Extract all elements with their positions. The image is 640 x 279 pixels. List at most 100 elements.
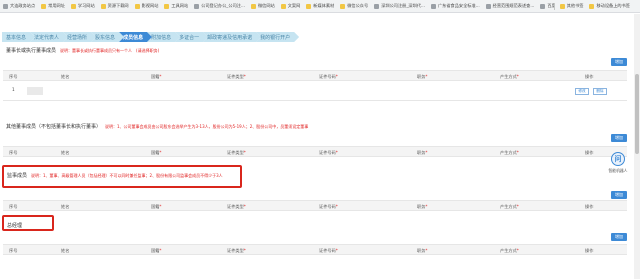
bookmark-item[interactable]: 影视网站 — [134, 3, 158, 9]
column-header: 国籍* — [151, 204, 161, 210]
page-icon — [194, 3, 200, 9]
section-chairman-title: 董事长或执行董事成员 说明：董事长或执行董事成员只有一个人 (请选择职务) — [6, 47, 159, 54]
bookmark-label: 新媒体素材 — [313, 3, 335, 8]
folder-icon — [589, 3, 595, 9]
bookmark-item[interactable]: 深圳公司注册_深圳代... — [374, 3, 425, 9]
column-header: 姓名 — [61, 150, 69, 156]
scrollbar-thumb[interactable] — [635, 74, 639, 154]
bookmark-label: 经营范围规范表述查... — [492, 3, 535, 8]
required-marker: * — [243, 248, 246, 253]
column-header-label: 证件类型 — [227, 248, 244, 253]
bookmark-label: 微信网站 — [257, 3, 275, 8]
required-marker: * — [516, 150, 519, 155]
robot-assistant[interactable]: 问 智能机器人 — [607, 152, 629, 178]
column-header-label: 序号 — [9, 204, 18, 209]
table-header-directors: 序号 姓名 国籍* 证件类型* 证件号码* 职务* 产生方式* 操作 — [3, 146, 627, 157]
edit-button[interactable]: 修改 — [575, 88, 589, 95]
bookmark-label: 其他书签 — [566, 3, 584, 8]
bookmark-label: 大连政务站点 — [10, 3, 36, 8]
column-header-label: 证件类型 — [227, 204, 244, 209]
delete-button[interactable]: 删除 — [593, 88, 607, 95]
column-header-label: 序号 — [9, 74, 18, 79]
required-marker: * — [516, 74, 519, 79]
add-chairman-button[interactable]: 增加 — [611, 58, 627, 66]
step-2[interactable]: 法定代表人 — [30, 32, 68, 42]
bookmark-item[interactable]: 工具网站 — [164, 3, 188, 9]
column-header-label: 证件号码 — [319, 74, 336, 79]
column-header: 职务* — [417, 204, 427, 210]
bookmarks-bar-right: 其他书签 移动设备上的书签 — [553, 0, 636, 12]
step-9[interactable]: 我的银行开户 — [256, 32, 299, 42]
step-8[interactable]: 邮政寄递及信用承诺 — [203, 32, 261, 42]
folder-icon — [100, 3, 106, 9]
bookmark-label: 深圳公司注册_深圳代... — [381, 3, 425, 8]
bookmark-folder[interactable]: 其他书签 — [559, 3, 584, 9]
column-header-label: 产生方式 — [500, 204, 517, 209]
column-header-label: 证件类型 — [227, 150, 244, 155]
column-header-label: 操作 — [585, 150, 594, 155]
scrollbar[interactable] — [634, 14, 640, 279]
bookmark-folder[interactable]: 移动设备上的书签 — [589, 3, 630, 9]
highlight-box-manager — [2, 215, 54, 231]
column-header-label: 证件号码 — [319, 204, 336, 209]
bookmark-item[interactable]: 文案网 — [280, 3, 301, 9]
bookmark-label: 文案网 — [287, 3, 301, 8]
required-marker: * — [335, 150, 338, 155]
column-header: 姓名 — [61, 204, 69, 210]
column-header: 职务* — [417, 150, 427, 156]
required-marker: * — [425, 150, 428, 155]
section-note: 说明：董事长或执行董事成员只有一个人 (请选择职务) — [60, 48, 160, 53]
step-1[interactable]: 基本信息 — [2, 32, 35, 42]
bookmark-item[interactable]: 资源下载网 — [100, 3, 129, 9]
section-title-text: 其他董事成员（不包括董事长和执行董事） — [6, 124, 102, 130]
bookmark-item[interactable]: 微信公众号 — [340, 3, 368, 9]
column-header-label: 产生方式 — [500, 74, 517, 79]
bookmark-item[interactable]: 公司登记办公_公司注... — [194, 3, 245, 9]
column-header-label: 证件号码 — [319, 248, 336, 253]
table-header-supervisors: 序号 姓名 国籍* 证件类型* 证件号码* 职务* 产生方式* 操作 — [3, 200, 627, 211]
bookmark-item[interactable]: 常用网址 — [41, 3, 65, 9]
folder-icon — [280, 3, 286, 9]
column-header: 产生方式* — [500, 74, 519, 80]
bookmarks-separator — [553, 2, 555, 10]
bookmark-item[interactable]: 经营范围规范表述查... — [485, 3, 535, 9]
folder-icon — [306, 3, 312, 9]
bookmark-item[interactable]: 微信网站 — [250, 3, 275, 9]
add-manager-button[interactable]: 增加 — [611, 233, 627, 241]
required-marker: * — [243, 204, 246, 209]
column-header-label: 序号 — [9, 248, 18, 253]
folder-icon — [134, 3, 140, 9]
add-supervisor-button[interactable]: 增加 — [611, 191, 627, 199]
bookmark-item[interactable]: 大连政务站点 — [3, 3, 35, 9]
globe-icon — [3, 3, 8, 9]
column-header-label: 操作 — [585, 74, 594, 79]
table-header-chairman: 序号 姓名 国籍* 证件类型* 证件号码* 职务* 产生方式* 操作 — [3, 70, 627, 81]
bookmark-label: 学习网站 — [77, 3, 95, 8]
page-icon — [374, 3, 380, 9]
column-header: 证件号码* — [319, 150, 338, 156]
column-header-label: 证件号码 — [319, 150, 336, 155]
bookmark-label: 常用网址 — [48, 3, 65, 8]
bookmark-item[interactable]: 广东省食品安全标准... — [430, 3, 480, 9]
bookmark-item[interactable]: 学习网站 — [70, 3, 95, 9]
column-header: 国籍* — [151, 74, 161, 80]
highlight-box-supervisor — [2, 165, 242, 188]
column-header: 姓名 — [61, 74, 69, 80]
required-marker: * — [516, 248, 519, 253]
column-header: 证件类型* — [227, 74, 246, 80]
bookmark-item[interactable]: 新媒体素材 — [306, 3, 334, 9]
column-header: 操作 — [585, 150, 593, 156]
folder-icon — [70, 3, 76, 9]
column-header-label: 序号 — [9, 150, 18, 155]
folder-icon — [559, 3, 565, 9]
page-icon — [540, 3, 546, 9]
column-header: 证件类型* — [227, 248, 246, 254]
required-marker: * — [516, 204, 519, 209]
section-note: 说明：1、公司董事会成员由公司股东会选举产生为3-13人，股份公司为5-19人；… — [105, 124, 309, 129]
required-marker: * — [243, 150, 246, 155]
table-row: 1 修改 删除 — [3, 81, 627, 101]
add-director-button[interactable]: 增加 — [611, 134, 627, 142]
required-marker: * — [335, 248, 338, 253]
column-header: 产生方式* — [500, 204, 519, 210]
bookmark-label: 广东省食品安全标准... — [437, 3, 480, 8]
